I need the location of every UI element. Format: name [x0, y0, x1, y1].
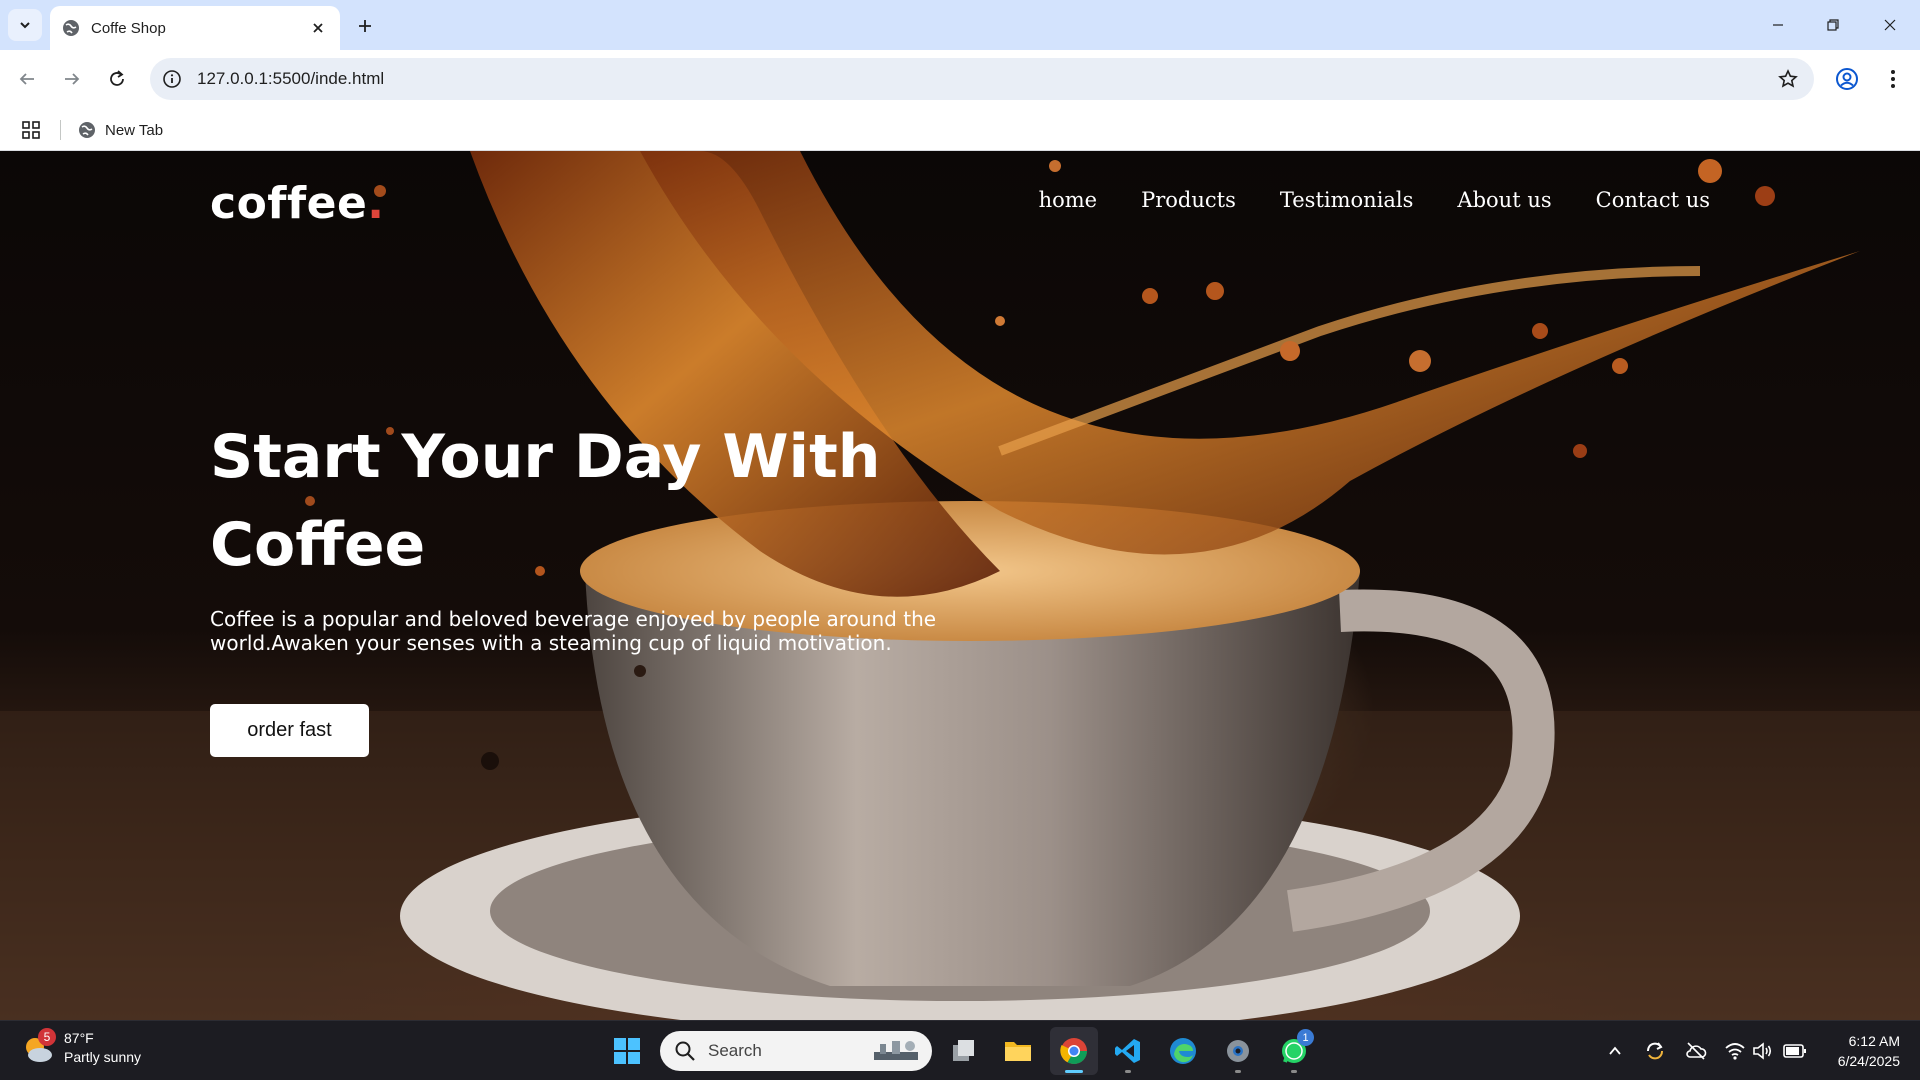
tab-strip: Coffe Shop [0, 0, 1920, 50]
restore-icon [1827, 19, 1839, 31]
minimize-button[interactable] [1758, 10, 1798, 40]
folder-icon [1005, 1042, 1031, 1061]
whatsapp-button[interactable]: 1 [1270, 1027, 1318, 1075]
chrome-button[interactable] [1050, 1027, 1098, 1075]
active-indicator [1065, 1070, 1083, 1073]
taskbar-search[interactable]: Search [660, 1031, 932, 1071]
browser-menu-button[interactable] [1876, 62, 1910, 96]
volume-tray-button[interactable] [1751, 1039, 1775, 1063]
nav-link-about-us[interactable]: About us [1457, 188, 1551, 212]
nav-link-products[interactable]: Products [1141, 188, 1236, 212]
chrome-icon [1060, 1038, 1088, 1065]
wifi-tray-button[interactable] [1723, 1039, 1747, 1063]
close-window-button[interactable] [1870, 10, 1910, 40]
partly-sunny-icon: 5 [20, 1028, 56, 1066]
windows-logo-icon [614, 1038, 640, 1064]
bookmark-separator [60, 120, 61, 140]
site-nav: home Products Testimonials About us Cont… [1039, 188, 1710, 212]
bookmark-label: New Tab [105, 121, 164, 139]
plus-icon [359, 20, 371, 32]
running-indicator [1291, 1070, 1297, 1073]
bookmark-new-tab[interactable]: New Tab [78, 116, 163, 144]
more-vertical-icon [1891, 70, 1895, 88]
task-view-button[interactable] [940, 1027, 988, 1075]
taskbar: 5 87°F Partly sunny Search 1 6:12 AM 6/2… [0, 1020, 1920, 1080]
file-explorer-button[interactable] [994, 1027, 1042, 1075]
apps-button[interactable] [18, 117, 44, 143]
sync-tray-button[interactable] [1643, 1039, 1667, 1063]
logo-text: coffee [210, 178, 368, 229]
onedrive-tray-button[interactable] [1684, 1039, 1708, 1063]
tab-close-button[interactable] [306, 16, 330, 40]
address-bar[interactable]: 127.0.0.1:5500/inde.html [150, 58, 1814, 100]
arrow-right-icon [65, 73, 80, 85]
hero-description: Coffee is a popular and beloved beverage… [210, 607, 937, 655]
sync-icon [1647, 1042, 1663, 1060]
chevron-up-icon [1609, 1046, 1621, 1055]
minimize-icon [1773, 24, 1783, 26]
logo-dot: . [367, 178, 385, 229]
notification-badge: 1 [1297, 1029, 1314, 1046]
vscode-icon [1115, 1039, 1140, 1063]
cloud-offline-icon [1686, 1042, 1707, 1060]
reload-button[interactable] [100, 62, 134, 96]
new-tab-button[interactable] [350, 11, 380, 41]
weather-condition: Partly sunny [64, 1049, 142, 1065]
site-info-button[interactable] [160, 67, 184, 91]
close-icon [1884, 19, 1896, 31]
clock-date: 6/24/2025 [1837, 1053, 1900, 1069]
clock-time: 6:12 AM [1848, 1033, 1900, 1049]
browser-toolbar: 127.0.0.1:5500/inde.html [0, 50, 1920, 108]
temperature: 87°F [64, 1030, 94, 1046]
bookmarks-bar: New Tab [0, 108, 1920, 151]
browser-tab-active[interactable]: Coffe Shop [50, 6, 340, 50]
hero-title: Start Your Day With Coffee [210, 422, 881, 580]
search-highlight-icon [874, 1041, 918, 1060]
globe-icon [79, 122, 95, 138]
account-icon [1836, 68, 1858, 90]
search-placeholder: Search [708, 1041, 762, 1060]
tab-title: Coffe Shop [91, 19, 166, 37]
back-button[interactable] [10, 62, 44, 96]
task-view-icon [953, 1040, 974, 1061]
page-viewport: coffee. home Products Testimonials About… [0, 151, 1920, 1020]
info-icon [163, 70, 181, 88]
running-indicator [1125, 1070, 1131, 1073]
chevron-down-icon [20, 22, 30, 29]
gear-icon [1227, 1040, 1249, 1062]
edge-icon [1170, 1038, 1196, 1064]
speaker-icon [1753, 1042, 1772, 1060]
vscode-button[interactable] [1104, 1027, 1152, 1075]
wifi-icon [1725, 1043, 1745, 1060]
reload-icon [110, 70, 124, 86]
restore-button[interactable] [1813, 10, 1853, 40]
system-clock[interactable]: 6:12 AM 6/24/2025 [1800, 1031, 1900, 1071]
show-hidden-icons-button[interactable] [1603, 1039, 1627, 1063]
tab-search-button[interactable] [8, 9, 42, 41]
edge-button[interactable] [1159, 1027, 1207, 1075]
nav-link-home[interactable]: home [1039, 188, 1098, 212]
forward-button[interactable] [55, 62, 89, 96]
start-button[interactable] [610, 1034, 644, 1068]
order-fast-button[interactable]: order fast [210, 704, 369, 757]
globe-icon [63, 20, 79, 36]
search-icon [675, 1041, 695, 1061]
url-text[interactable]: 127.0.0.1:5500/inde.html [197, 69, 384, 89]
nav-link-contact-us[interactable]: Contact us [1596, 188, 1710, 212]
running-indicator [1235, 1070, 1241, 1073]
bookmark-star-button[interactable] [1776, 67, 1800, 91]
profile-button[interactable] [1830, 62, 1864, 96]
site-logo[interactable]: coffee. [210, 178, 385, 229]
close-icon [313, 23, 323, 33]
apps-grid-icon [22, 121, 40, 139]
settings-button[interactable] [1214, 1027, 1262, 1075]
star-icon [1778, 69, 1798, 88]
weather-alert-badge: 5 [38, 1028, 56, 1046]
weather-widget[interactable]: 5 87°F Partly sunny [20, 1028, 142, 1067]
nav-link-testimonials[interactable]: Testimonials [1280, 188, 1414, 212]
arrow-left-icon [19, 73, 34, 85]
